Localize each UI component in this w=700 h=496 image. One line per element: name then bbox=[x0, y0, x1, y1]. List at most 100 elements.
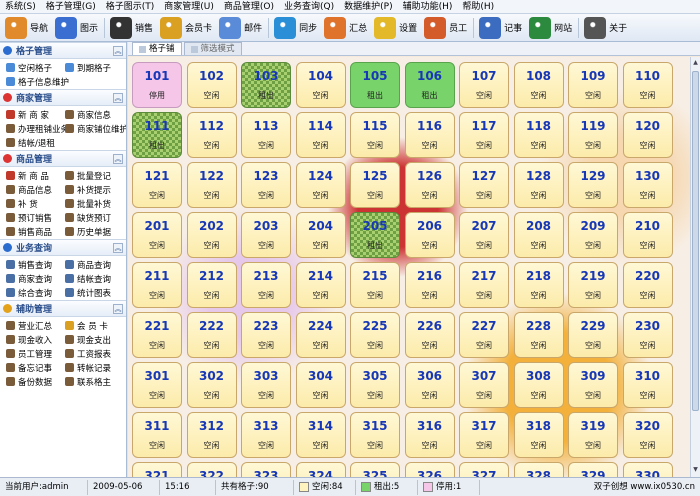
locker-cell[interactable]: 220 空闲 bbox=[622, 262, 673, 308]
locker-cell[interactable]: 328空闲 bbox=[513, 462, 564, 477]
toolbar-button-7[interactable]: 设置 bbox=[371, 15, 420, 41]
collapse-icon[interactable]: ︽ bbox=[113, 154, 123, 164]
sidebar-item[interactable]: 批量登记 bbox=[65, 169, 124, 182]
menu-item[interactable]: 帮助(H) bbox=[457, 0, 499, 14]
sidebar-item[interactable]: 备忘记事 bbox=[6, 361, 65, 374]
locker-cell[interactable]: 210 空闲 bbox=[622, 212, 673, 258]
locker-cell[interactable]: 309 空闲 bbox=[568, 362, 618, 408]
locker-cell[interactable]: 322空闲 bbox=[186, 462, 237, 477]
sidebar-item[interactable]: 新 商 家 bbox=[6, 108, 65, 121]
locker-cell[interactable]: 204 空闲 bbox=[295, 212, 346, 258]
sidebar-section-header[interactable]: 业务查询 ︽ bbox=[0, 239, 126, 256]
sidebar-item[interactable]: 商品信息 bbox=[6, 183, 65, 196]
sidebar-item[interactable]: 工资报表 bbox=[65, 347, 124, 360]
sidebar-item[interactable]: 结帐/退租 bbox=[6, 136, 65, 149]
locker-cell[interactable]: 330空闲 bbox=[622, 462, 673, 477]
sidebar-item[interactable]: 转帐记录 bbox=[65, 361, 124, 374]
locker-cell[interactable]: 203 空闲 bbox=[241, 212, 291, 258]
locker-cell[interactable]: 107 空闲 bbox=[459, 62, 509, 108]
toolbar-button-6[interactable]: 汇总 bbox=[321, 15, 370, 41]
sidebar-item[interactable]: 批量补货 bbox=[65, 197, 124, 210]
locker-cell[interactable]: 223 空闲 bbox=[241, 312, 291, 358]
locker-cell[interactable]: 228 空闲 bbox=[513, 312, 564, 358]
scroll-down-icon[interactable]: ▼ bbox=[691, 465, 700, 475]
locker-cell[interactable]: 120 空闲 bbox=[622, 112, 673, 158]
toolbar-button-1[interactable]: 图示 bbox=[52, 15, 101, 41]
sidebar-item[interactable]: 缺货预订 bbox=[65, 211, 124, 224]
locker-cell[interactable]: 225 空闲 bbox=[350, 312, 400, 358]
locker-cell[interactable]: 127 空闲 bbox=[459, 162, 509, 208]
sidebar-item[interactable]: 格子信息维护 bbox=[6, 75, 69, 88]
locker-cell[interactable]: 209 空闲 bbox=[568, 212, 618, 258]
sidebar-item[interactable]: 会 员 卡 bbox=[65, 319, 124, 332]
scroll-up-icon[interactable]: ▲ bbox=[691, 58, 700, 68]
sidebar-item[interactable]: 商品查询 bbox=[65, 258, 124, 271]
collapse-icon[interactable]: ︽ bbox=[113, 46, 123, 56]
locker-cell[interactable]: 124 空闲 bbox=[295, 162, 346, 208]
locker-cell[interactable]: 318 空闲 bbox=[513, 412, 564, 458]
sidebar-item[interactable]: 预订销售 bbox=[6, 211, 65, 224]
sidebar-section-header[interactable]: 格子管理 ︽ bbox=[0, 42, 126, 59]
locker-cell[interactable]: 319 空闲 bbox=[568, 412, 618, 458]
locker-cell[interactable]: 230 空闲 bbox=[622, 312, 673, 358]
toolbar-button-5[interactable]: 同步 bbox=[271, 15, 320, 41]
locker-cell[interactable]: 111 租出 bbox=[132, 112, 182, 158]
locker-cell[interactable]: 125 空闲 bbox=[350, 162, 400, 208]
toolbar-button-9[interactable]: 记事 bbox=[476, 15, 525, 41]
toolbar-button-3[interactable]: 会员卡 bbox=[157, 15, 215, 41]
locker-cell[interactable]: 112 空闲 bbox=[186, 112, 237, 158]
locker-cell[interactable]: 312 空闲 bbox=[186, 412, 237, 458]
sidebar-item[interactable]: 商家铺位维护 bbox=[65, 122, 126, 135]
menu-item[interactable]: 辅助功能(H) bbox=[398, 0, 458, 14]
locker-cell[interactable]: 323空闲 bbox=[241, 462, 291, 477]
locker-cell[interactable]: 130 空闲 bbox=[622, 162, 673, 208]
locker-cell[interactable]: 227 空闲 bbox=[459, 312, 509, 358]
sidebar-item[interactable]: 历史单据 bbox=[65, 225, 124, 238]
locker-cell[interactable]: 301 空闲 bbox=[132, 362, 182, 408]
toolbar-button-8[interactable]: 员工 bbox=[421, 15, 470, 41]
locker-cell[interactable]: 308 空闲 bbox=[513, 362, 564, 408]
locker-cell[interactable]: 114 空闲 bbox=[295, 112, 346, 158]
locker-cell[interactable]: 216 空闲 bbox=[404, 262, 455, 308]
locker-cell[interactable]: 327空闲 bbox=[459, 462, 509, 477]
sidebar-item[interactable]: 结帐查询 bbox=[65, 272, 124, 285]
sidebar-section-header[interactable]: 辅助管理 ︽ bbox=[0, 300, 126, 317]
sidebar-item[interactable]: 补货提示 bbox=[65, 183, 124, 196]
locker-cell[interactable]: 117 空闲 bbox=[459, 112, 509, 158]
locker-cell[interactable]: 121 空闲 bbox=[132, 162, 182, 208]
locker-cell[interactable]: 122 空闲 bbox=[186, 162, 237, 208]
toolbar-button-4[interactable]: 邮件 bbox=[216, 15, 265, 41]
menu-item[interactable]: 商品管理(O) bbox=[219, 0, 279, 14]
menu-item[interactable]: 数据维护(P) bbox=[339, 0, 397, 14]
toolbar-button-0[interactable]: 导航 bbox=[2, 15, 51, 41]
menu-item[interactable]: 格子管理(G) bbox=[41, 0, 101, 14]
collapse-icon[interactable]: ︽ bbox=[113, 304, 123, 314]
sidebar-item[interactable]: 新 商 品 bbox=[6, 169, 65, 182]
locker-cell[interactable]: 215 空闲 bbox=[350, 262, 400, 308]
locker-cell[interactable]: 113 空闲 bbox=[241, 112, 291, 158]
locker-cell[interactable]: 226 空闲 bbox=[404, 312, 455, 358]
locker-cell[interactable]: 207 空闲 bbox=[459, 212, 509, 258]
vertical-scrollbar[interactable]: ▲ ▼ bbox=[690, 57, 700, 477]
sidebar-item[interactable]: 员工管理 bbox=[6, 347, 65, 360]
locker-cell[interactable]: 304 空闲 bbox=[295, 362, 346, 408]
locker-cell[interactable]: 313 空闲 bbox=[241, 412, 291, 458]
sidebar-item[interactable]: 到期格子 bbox=[65, 61, 124, 74]
sidebar-item[interactable]: 销售查询 bbox=[6, 258, 65, 271]
locker-cell[interactable]: 205 租出 bbox=[350, 212, 400, 258]
toolbar-button-2[interactable]: 销售 bbox=[107, 15, 156, 41]
sidebar-item[interactable]: 营业汇总 bbox=[6, 319, 65, 332]
toolbar-button-11[interactable]: 关于 bbox=[581, 15, 630, 41]
locker-cell[interactable]: 109 空闲 bbox=[568, 62, 618, 108]
locker-cell[interactable]: 202 空闲 bbox=[186, 212, 237, 258]
locker-cell[interactable]: 126 空闲 bbox=[404, 162, 455, 208]
locker-cell[interactable]: 110 空闲 bbox=[622, 62, 673, 108]
locker-cell[interactable]: 219 空闲 bbox=[568, 262, 618, 308]
locker-cell[interactable]: 102 空闲 bbox=[186, 62, 237, 108]
locker-cell[interactable]: 115 空闲 bbox=[350, 112, 400, 158]
locker-cell[interactable]: 214 空闲 bbox=[295, 262, 346, 308]
locker-cell[interactable]: 316 空闲 bbox=[404, 412, 455, 458]
locker-cell[interactable]: 106 租出 bbox=[404, 62, 455, 108]
sidebar-item[interactable]: 现金支出 bbox=[65, 333, 124, 346]
locker-cell[interactable]: 311 空闲 bbox=[132, 412, 182, 458]
